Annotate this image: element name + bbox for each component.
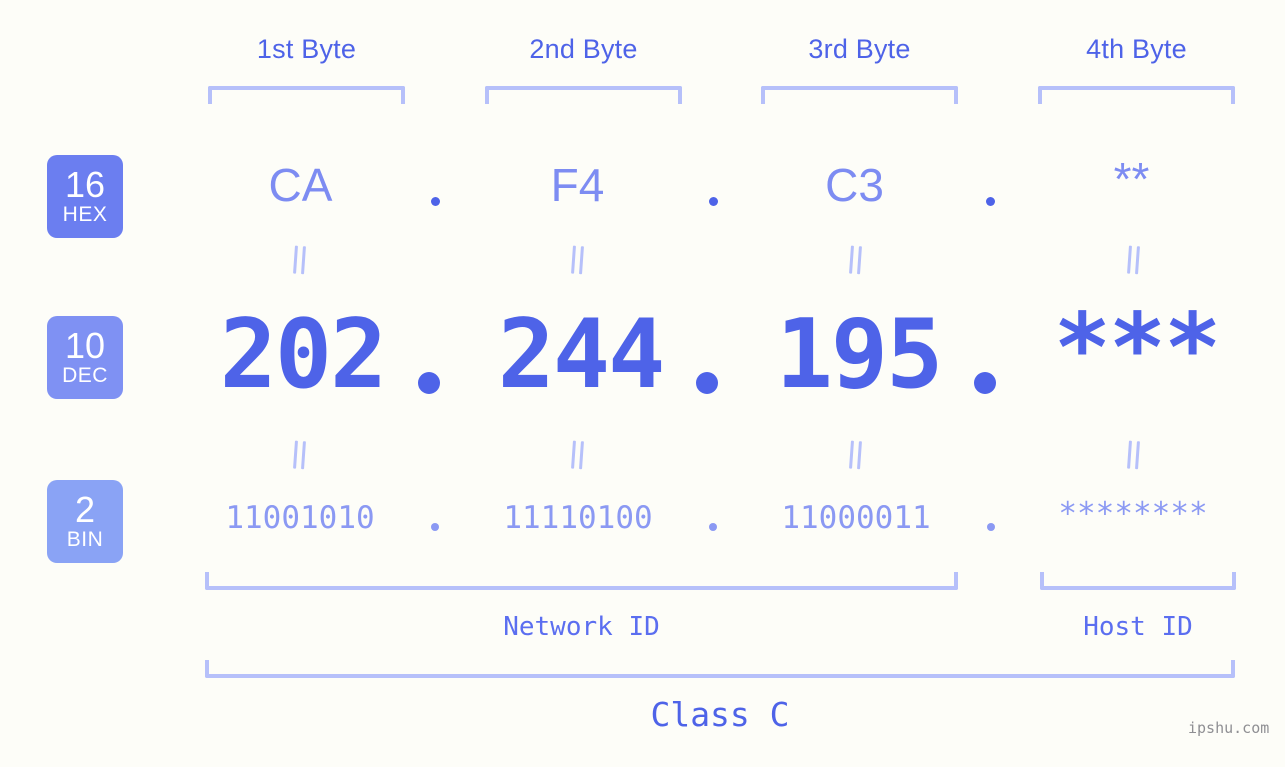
byte-header-label-3: 3rd Byte bbox=[808, 34, 911, 64]
hex-separator-2 bbox=[709, 197, 718, 206]
byte-bracket-2 bbox=[485, 86, 682, 104]
byte-header-label-4: 4th Byte bbox=[1086, 34, 1187, 64]
hex-byte-2: F4 bbox=[550, 159, 605, 211]
dec-byte-1: 202 bbox=[219, 300, 388, 410]
byte-bracket-1 bbox=[208, 86, 405, 104]
equals-marker-dec-bin-2 bbox=[571, 440, 586, 470]
bin-byte-1: 11001010 bbox=[225, 500, 375, 536]
class-label: Class C bbox=[650, 695, 790, 734]
bin-byte-3: 11000011 bbox=[781, 500, 931, 536]
base-badge-bin: 2 BIN bbox=[47, 480, 123, 563]
bin-separator-3 bbox=[987, 523, 995, 531]
class-bracket bbox=[205, 660, 1235, 678]
base-badge-bin-number: 2 bbox=[74, 488, 96, 530]
byte-header-label-1: 1st Byte bbox=[256, 34, 357, 64]
equals-marker-dec-bin-1 bbox=[293, 440, 308, 470]
equals-marker-hex-dec-2 bbox=[571, 245, 586, 275]
hex-separator-1 bbox=[431, 197, 440, 206]
dec-separator-3 bbox=[974, 372, 996, 394]
host-id-label: Host ID bbox=[1083, 612, 1193, 642]
equals-marker-hex-dec-3 bbox=[849, 245, 864, 275]
hex-separator-3 bbox=[986, 197, 995, 206]
hex-byte-1: CA bbox=[268, 159, 333, 211]
network-id-bracket bbox=[205, 572, 958, 590]
network-id-label: Network ID bbox=[503, 612, 660, 642]
base-badge-hex-name: HEX bbox=[62, 202, 108, 226]
bin-byte-2: 11110100 bbox=[503, 500, 653, 536]
base-badge-dec: 10 DEC bbox=[47, 316, 123, 399]
equals-marker-hex-dec-4 bbox=[1127, 245, 1142, 275]
equals-marker-dec-bin-4 bbox=[1127, 440, 1142, 470]
base-badge-hex: 16 HEX bbox=[47, 155, 123, 238]
host-id-bracket bbox=[1040, 572, 1236, 590]
site-watermark: ipshu.com bbox=[1188, 719, 1270, 737]
equals-marker-dec-bin-3 bbox=[849, 440, 864, 470]
equals-marker-hex-dec-1 bbox=[293, 245, 308, 275]
base-badge-dec-name: DEC bbox=[62, 363, 108, 387]
bin-separator-1 bbox=[431, 523, 439, 531]
bin-separator-2 bbox=[709, 523, 717, 531]
dec-separator-2 bbox=[696, 372, 718, 394]
base-badge-bin-name: BIN bbox=[66, 527, 104, 551]
bin-byte-4: ******** bbox=[1058, 496, 1208, 532]
byte-bracket-3 bbox=[761, 86, 958, 104]
byte-header-label-2: 2nd Byte bbox=[529, 34, 638, 64]
dec-byte-4: *** bbox=[1053, 294, 1222, 404]
hex-byte-3: C3 bbox=[825, 159, 884, 211]
dec-byte-2: 244 bbox=[497, 300, 666, 410]
hex-byte-4: ** bbox=[1113, 153, 1150, 205]
dec-byte-3: 195 bbox=[775, 300, 944, 410]
base-badge-dec-number: 10 bbox=[64, 324, 106, 366]
ip-address-breakdown-diagram: 1st Byte 2nd Byte 3rd Byte 4th Byte 16 H… bbox=[0, 0, 1285, 767]
dec-separator-1 bbox=[418, 372, 440, 394]
base-badge-hex-number: 16 bbox=[64, 163, 106, 205]
byte-bracket-4 bbox=[1038, 86, 1235, 104]
